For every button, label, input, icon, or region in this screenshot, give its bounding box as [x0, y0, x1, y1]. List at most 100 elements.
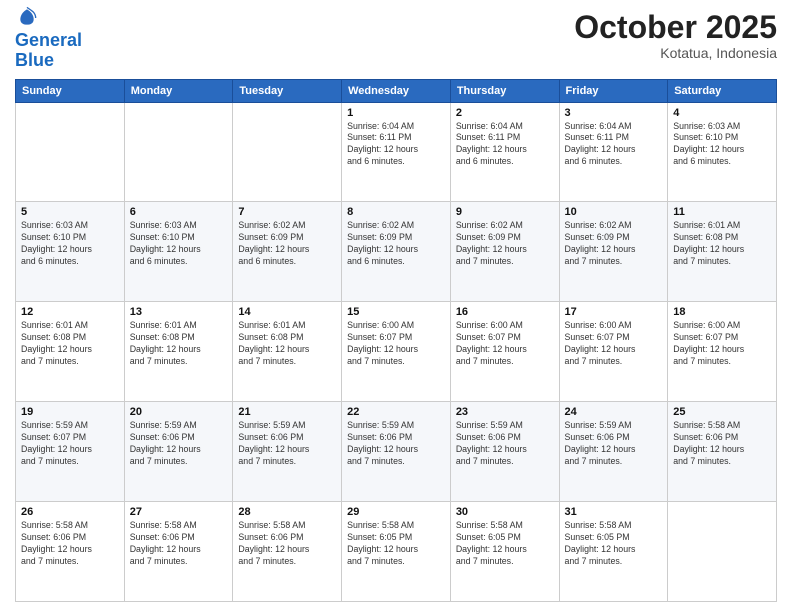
day-info: Sunrise: 5:58 AM Sunset: 6:06 PM Dayligh…: [130, 520, 228, 568]
day-cell: 23Sunrise: 5:59 AM Sunset: 6:06 PM Dayli…: [450, 402, 559, 502]
day-info: Sunrise: 5:58 AM Sunset: 6:06 PM Dayligh…: [673, 420, 771, 468]
day-number: 10: [565, 206, 663, 218]
day-number: 24: [565, 406, 663, 418]
day-number: 19: [21, 406, 119, 418]
day-number: 26: [21, 506, 119, 518]
day-info: Sunrise: 5:59 AM Sunset: 6:06 PM Dayligh…: [238, 420, 336, 468]
day-cell: 4 Sunrise: 6:03 AM Sunset: 6:10 PM Daylig…: [668, 102, 777, 202]
day-info: Sunrise: 6:03 AM Sunset: 6:10 PM Dayligh…: [130, 220, 228, 268]
day-number: 4: [673, 107, 771, 119]
day-info: Sunrise: 6:03 AM Sunset: 6:10 PM Dayligh…: [21, 220, 119, 268]
day-cell: 24 Sunrise: 5:59 AM Sunset: 6:06 PM Dayli…: [559, 402, 668, 502]
day-cell: 8Sunrise: 6:02 AM Sunset: 6:09 PM Daylig…: [342, 202, 451, 302]
day-number: 29: [347, 506, 445, 518]
day-cell: 13 Sunrise: 6:01 AM Sunset: 6:08 PM Dayli…: [124, 302, 233, 402]
day-info: Sunrise: 6:04 AM Sunset: 6:11 PM Dayligh…: [456, 121, 554, 169]
day-info: Sunrise: 6:01 AM Sunset: 6:08 PM Dayligh…: [673, 220, 771, 268]
day-info: Sunrise: 6:01 AM Sunset: 6:08 PM Dayligh…: [21, 320, 119, 368]
day-info: Sunrise: 6:04 AM Sunset: 6:11 PM Dayligh…: [347, 121, 445, 169]
day-number: 1: [347, 107, 445, 119]
day-cell: 31Sunrise: 5:58 AM Sunset: 6:05 PM Dayli…: [559, 502, 668, 602]
weekday-sunday: Sunday: [16, 79, 125, 102]
month-title: October 2025: [574, 10, 777, 45]
day-cell: 14 Sunrise: 6:01 AM Sunset: 6:08 PM Dayli…: [233, 302, 342, 402]
day-cell: [668, 502, 777, 602]
day-cell: 17 Sunrise: 6:00 AM Sunset: 6:07 PM Dayli…: [559, 302, 668, 402]
weekday-saturday: Saturday: [668, 79, 777, 102]
day-info: Sunrise: 5:58 AM Sunset: 6:05 PM Dayligh…: [347, 520, 445, 568]
weekday-wednesday: Wednesday: [342, 79, 451, 102]
day-number: 7: [238, 206, 336, 218]
week-row-5: 26 Sunrise: 5:58 AM Sunset: 6:06 PM Dayli…: [16, 502, 777, 602]
day-cell: [124, 102, 233, 202]
day-cell: 11 Sunrise: 6:01 AM Sunset: 6:08 PM Dayli…: [668, 202, 777, 302]
day-info: Sunrise: 6:02 AM Sunset: 6:09 PM Dayligh…: [565, 220, 663, 268]
day-info: Sunrise: 5:58 AM Sunset: 6:06 PM Dayligh…: [238, 520, 336, 568]
day-number: 9: [456, 206, 554, 218]
weekday-friday: Friday: [559, 79, 668, 102]
day-info: Sunrise: 6:00 AM Sunset: 6:07 PM Dayligh…: [673, 320, 771, 368]
day-number: 21: [238, 406, 336, 418]
day-cell: 16 Sunrise: 6:00 AM Sunset: 6:07 PM Dayli…: [450, 302, 559, 402]
day-cell: 7Sunrise: 6:02 AM Sunset: 6:09 PM Daylig…: [233, 202, 342, 302]
day-info: Sunrise: 5:59 AM Sunset: 6:06 PM Dayligh…: [565, 420, 663, 468]
day-cell: 9Sunrise: 6:02 AM Sunset: 6:09 PM Daylig…: [450, 202, 559, 302]
day-number: 31: [565, 506, 663, 518]
day-info: Sunrise: 5:59 AM Sunset: 6:06 PM Dayligh…: [347, 420, 445, 468]
day-cell: 25Sunrise: 5:58 AM Sunset: 6:06 PM Dayli…: [668, 402, 777, 502]
day-cell: 12Sunrise: 6:01 AM Sunset: 6:08 PM Dayli…: [16, 302, 125, 402]
week-row-1: 1 Sunrise: 6:04 AM Sunset: 6:11 PM Daylig…: [16, 102, 777, 202]
day-number: 27: [130, 506, 228, 518]
logo: General Blue: [15, 10, 82, 71]
day-info: Sunrise: 6:00 AM Sunset: 6:07 PM Dayligh…: [456, 320, 554, 368]
day-info: Sunrise: 5:59 AM Sunset: 6:06 PM Dayligh…: [130, 420, 228, 468]
day-cell: 6Sunrise: 6:03 AM Sunset: 6:10 PM Daylig…: [124, 202, 233, 302]
day-number: 15: [347, 306, 445, 318]
day-number: 18: [673, 306, 771, 318]
day-number: 3: [565, 107, 663, 119]
weekday-thursday: Thursday: [450, 79, 559, 102]
day-number: 14: [238, 306, 336, 318]
logo-line2: Blue: [15, 50, 54, 70]
logo-text: General Blue: [15, 31, 82, 71]
day-cell: 1 Sunrise: 6:04 AM Sunset: 6:11 PM Daylig…: [342, 102, 451, 202]
week-row-2: 5 Sunrise: 6:03 AM Sunset: 6:10 PM Daylig…: [16, 202, 777, 302]
day-cell: 10 Sunrise: 6:02 AM Sunset: 6:09 PM Dayli…: [559, 202, 668, 302]
week-row-3: 12Sunrise: 6:01 AM Sunset: 6:08 PM Dayli…: [16, 302, 777, 402]
day-cell: 5 Sunrise: 6:03 AM Sunset: 6:10 PM Daylig…: [16, 202, 125, 302]
day-cell: 27 Sunrise: 5:58 AM Sunset: 6:06 PM Dayli…: [124, 502, 233, 602]
day-number: 30: [456, 506, 554, 518]
day-number: 16: [456, 306, 554, 318]
title-block: October 2025 Kotatua, Indonesia: [574, 10, 777, 61]
day-cell: [233, 102, 342, 202]
day-number: 11: [673, 206, 771, 218]
day-info: Sunrise: 6:03 AM Sunset: 6:10 PM Dayligh…: [673, 121, 771, 169]
day-cell: 30 Sunrise: 5:58 AM Sunset: 6:05 PM Dayli…: [450, 502, 559, 602]
day-number: 5: [21, 206, 119, 218]
day-cell: 18 Sunrise: 6:00 AM Sunset: 6:07 PM Dayli…: [668, 302, 777, 402]
day-number: 2: [456, 107, 554, 119]
day-number: 28: [238, 506, 336, 518]
day-info: Sunrise: 5:58 AM Sunset: 6:06 PM Dayligh…: [21, 520, 119, 568]
day-info: Sunrise: 6:04 AM Sunset: 6:11 PM Dayligh…: [565, 121, 663, 169]
calendar-table: SundayMondayTuesdayWednesdayThursdayFrid…: [15, 79, 777, 602]
day-info: Sunrise: 6:01 AM Sunset: 6:08 PM Dayligh…: [238, 320, 336, 368]
day-cell: 22 Sunrise: 5:59 AM Sunset: 6:06 PM Dayli…: [342, 402, 451, 502]
day-number: 23: [456, 406, 554, 418]
day-cell: 21 Sunrise: 5:59 AM Sunset: 6:06 PM Dayli…: [233, 402, 342, 502]
day-info: Sunrise: 6:00 AM Sunset: 6:07 PM Dayligh…: [565, 320, 663, 368]
logo-line1: General: [15, 30, 82, 50]
day-info: Sunrise: 6:01 AM Sunset: 6:08 PM Dayligh…: [130, 320, 228, 368]
day-number: 22: [347, 406, 445, 418]
day-cell: 19Sunrise: 5:59 AM Sunset: 6:07 PM Dayli…: [16, 402, 125, 502]
week-row-4: 19Sunrise: 5:59 AM Sunset: 6:07 PM Dayli…: [16, 402, 777, 502]
logo-icon: [17, 6, 37, 26]
day-number: 17: [565, 306, 663, 318]
day-cell: 2 Sunrise: 6:04 AM Sunset: 6:11 PM Daylig…: [450, 102, 559, 202]
day-cell: 28 Sunrise: 5:58 AM Sunset: 6:06 PM Dayli…: [233, 502, 342, 602]
day-cell: 29 Sunrise: 5:58 AM Sunset: 6:05 PM Dayli…: [342, 502, 451, 602]
day-info: Sunrise: 5:58 AM Sunset: 6:05 PM Dayligh…: [456, 520, 554, 568]
header: General Blue October 2025 Kotatua, Indon…: [15, 10, 777, 71]
day-number: 13: [130, 306, 228, 318]
day-cell: 15Sunrise: 6:00 AM Sunset: 6:07 PM Dayli…: [342, 302, 451, 402]
